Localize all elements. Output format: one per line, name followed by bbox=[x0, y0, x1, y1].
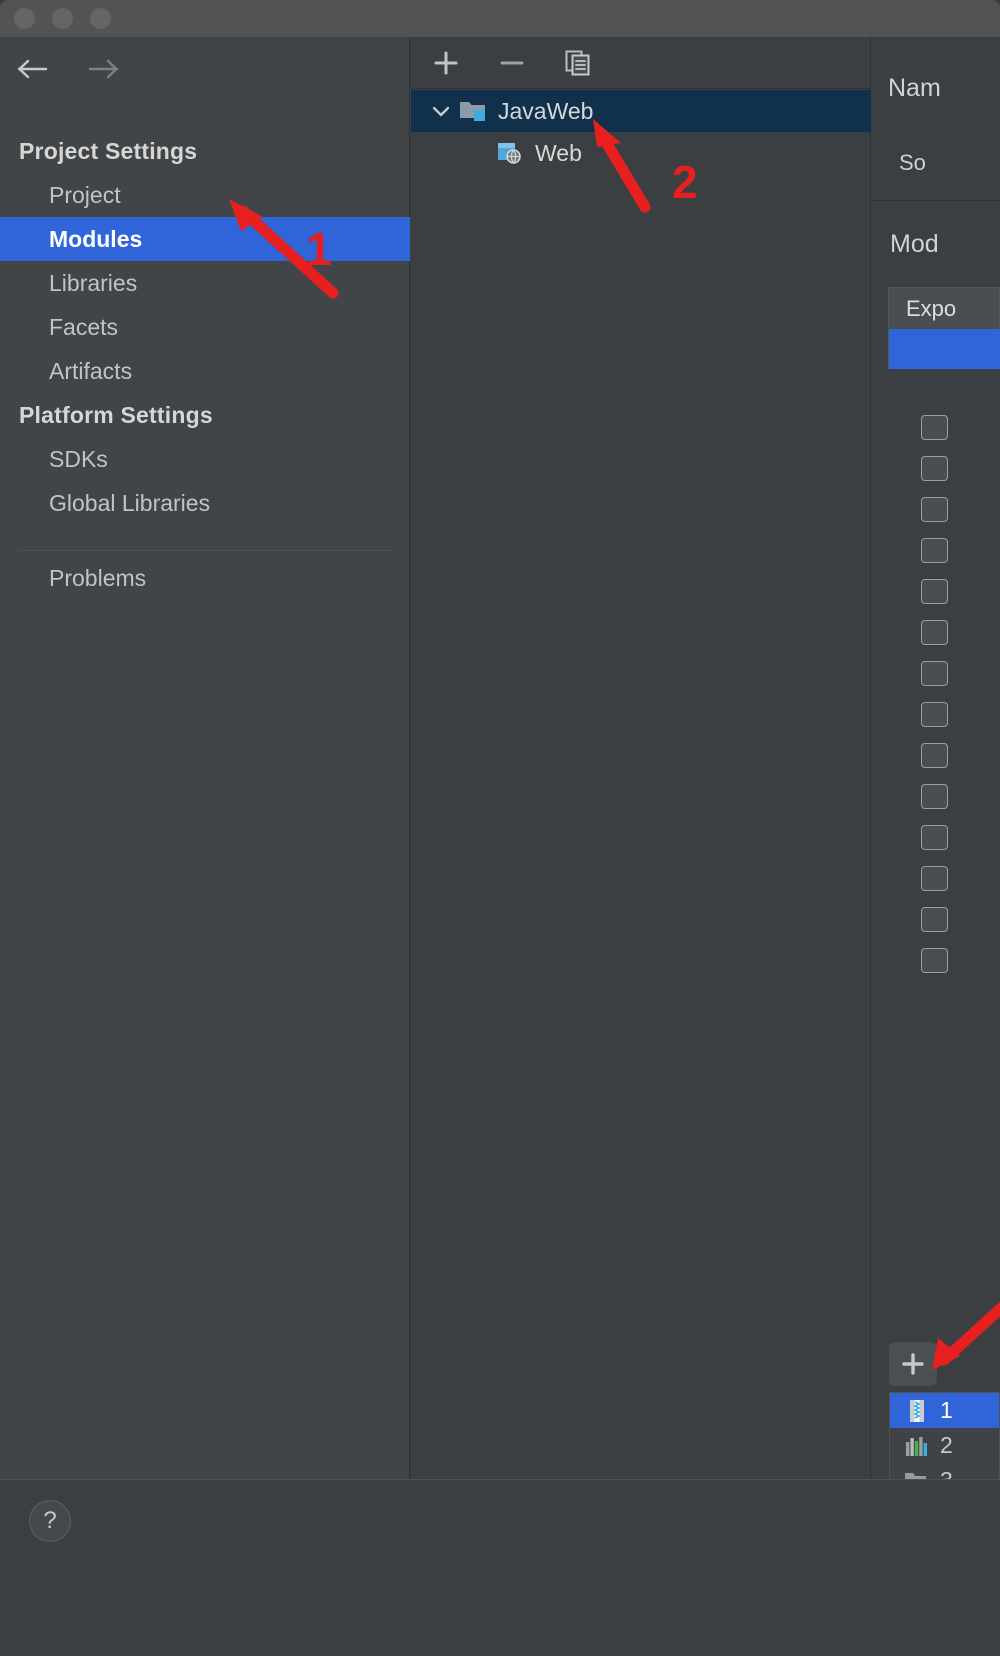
settings-sidebar: Project Settings Project Modules Librari… bbox=[0, 37, 410, 1479]
copy-module-button[interactable] bbox=[559, 44, 597, 82]
table-row[interactable] bbox=[872, 571, 1000, 612]
module-sdk-label: Mod bbox=[890, 230, 939, 258]
module-name-block: Nam So bbox=[872, 37, 1000, 201]
export-checkbox[interactable] bbox=[921, 948, 948, 973]
export-checkbox[interactable] bbox=[921, 620, 948, 645]
back-arrow-icon[interactable] bbox=[14, 51, 52, 87]
modules-panel: JavaWeb Web bbox=[411, 37, 871, 1479]
forward-arrow-icon[interactable] bbox=[84, 51, 122, 87]
chevron-down-icon[interactable] bbox=[423, 104, 459, 118]
table-row[interactable] bbox=[872, 407, 1000, 448]
export-checkbox[interactable] bbox=[921, 579, 948, 604]
tree-node-label: JavaWeb bbox=[498, 97, 594, 124]
sidebar-group-platform-settings: Platform Settings bbox=[19, 401, 213, 428]
table-row[interactable] bbox=[872, 940, 1000, 981]
column-header-export[interactable]: Expo bbox=[888, 287, 1000, 329]
export-checkbox[interactable] bbox=[921, 538, 948, 563]
annotation-number-2: 2 bbox=[672, 156, 698, 208]
sidebar-item-problems[interactable]: Problems bbox=[49, 556, 146, 600]
sidebar-group-project-settings: Project Settings bbox=[19, 137, 198, 164]
add-module-button[interactable] bbox=[427, 44, 465, 82]
export-checkbox[interactable] bbox=[921, 866, 948, 891]
export-checkbox[interactable] bbox=[921, 497, 948, 522]
export-checkbox[interactable] bbox=[921, 415, 948, 440]
window-titlebar bbox=[0, 0, 1000, 37]
table-row[interactable] bbox=[872, 735, 1000, 776]
export-checkbox[interactable] bbox=[921, 456, 948, 481]
close-button[interactable] bbox=[14, 8, 35, 29]
dependencies-table: Expo bbox=[888, 287, 1000, 369]
web-facet-icon bbox=[496, 140, 526, 166]
table-row[interactable] bbox=[872, 858, 1000, 899]
maximize-button[interactable] bbox=[90, 8, 111, 29]
table-row[interactable] bbox=[872, 899, 1000, 940]
export-checkbox[interactable] bbox=[921, 784, 948, 809]
tree-node-web[interactable]: Web bbox=[411, 132, 871, 174]
sidebar-item-project[interactable]: Project bbox=[0, 173, 410, 217]
modules-tree: JavaWeb Web bbox=[411, 90, 871, 174]
settings-nav-list: Project Settings Project Modules Librari… bbox=[0, 129, 410, 525]
tree-node-javaweb[interactable]: JavaWeb bbox=[411, 90, 871, 132]
remove-module-button[interactable] bbox=[493, 44, 531, 82]
sidebar-item-modules[interactable]: Modules bbox=[0, 217, 410, 261]
sidebar-item-artifacts[interactable]: Artifacts bbox=[0, 349, 410, 393]
modules-toolbar bbox=[411, 37, 871, 89]
module-name-label: Nam bbox=[888, 74, 941, 102]
table-row[interactable] bbox=[872, 694, 1000, 735]
jar-icon bbox=[904, 1399, 930, 1423]
table-row[interactable] bbox=[872, 448, 1000, 489]
library-icon bbox=[904, 1434, 930, 1458]
sidebar-item-global-libraries[interactable]: Global Libraries bbox=[0, 481, 410, 525]
export-checkbox[interactable] bbox=[921, 825, 948, 850]
annotation-number-1: 1 bbox=[306, 223, 332, 275]
sidebar-item-libraries[interactable]: Libraries bbox=[0, 261, 410, 305]
table-row[interactable] bbox=[872, 776, 1000, 817]
table-row-selected[interactable] bbox=[888, 329, 1000, 369]
export-checkbox[interactable] bbox=[921, 661, 948, 686]
module-detail-panel: Nam So Mod Expo bbox=[872, 37, 1000, 1479]
sidebar-item-facets[interactable]: Facets bbox=[0, 305, 410, 349]
add-dependency-button[interactable] bbox=[889, 1342, 937, 1386]
table-row[interactable] bbox=[872, 653, 1000, 694]
table-row[interactable] bbox=[872, 489, 1000, 530]
menu-item-jars-or-directories[interactable]: 1 bbox=[890, 1393, 999, 1428]
table-row[interactable] bbox=[872, 530, 1000, 571]
export-checkbox[interactable] bbox=[921, 907, 948, 932]
tree-node-label: Web bbox=[535, 139, 582, 166]
navigation-arrows bbox=[14, 51, 122, 87]
export-checkbox[interactable] bbox=[921, 743, 948, 768]
tab-sources[interactable]: So bbox=[899, 150, 926, 176]
export-checkbox[interactable] bbox=[921, 702, 948, 727]
minimize-button[interactable] bbox=[52, 8, 73, 29]
dialog-bottom-bar bbox=[0, 1479, 1000, 1656]
table-row[interactable] bbox=[872, 817, 1000, 858]
menu-item-library[interactable]: 2 bbox=[890, 1428, 999, 1463]
export-checkbox-column bbox=[872, 407, 1000, 981]
menu-item-label: 2 bbox=[940, 1432, 953, 1458]
table-row[interactable] bbox=[872, 612, 1000, 653]
menu-item-label: 1 bbox=[940, 1397, 953, 1423]
sidebar-item-sdks[interactable]: SDKs bbox=[0, 437, 410, 481]
settings-dialog: Project Settings Project Modules Librari… bbox=[0, 0, 1000, 1656]
help-button[interactable]: ? bbox=[29, 1500, 71, 1542]
sidebar-divider bbox=[19, 550, 391, 551]
module-folder-icon bbox=[459, 98, 489, 124]
